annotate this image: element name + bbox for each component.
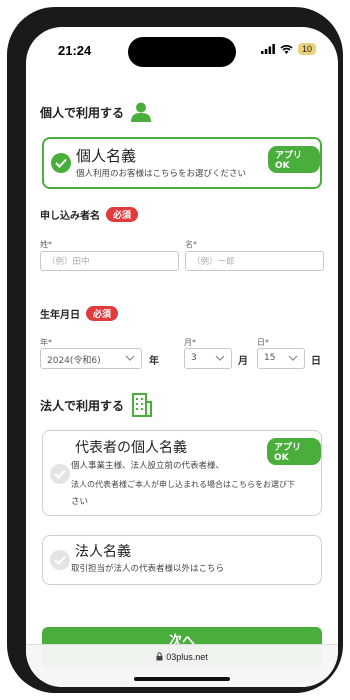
representative-card-desc-line1: 個人事業主様、法人設立前の代表者様、 <box>71 461 225 471</box>
birthdate-label: 生年月日 <box>40 310 80 321</box>
day-value: 15 <box>264 353 276 363</box>
first-name-label: 名* <box>185 240 197 249</box>
year-select[interactable]: 2024(令和6) <box>40 348 142 369</box>
phone-frame: 21:24 10 個人で利用する 個人名義 アプリOK 個人利用のお客様はこちら… <box>7 7 343 693</box>
required-badge: 必須 <box>106 207 139 222</box>
representative-card-desc-line2: 法人の代表者様ご本人が申し込まれる場合はこちらをお選び下 <box>71 480 295 489</box>
home-indicator <box>134 677 230 681</box>
last-name-input[interactable]: （例）田中 <box>40 251 179 271</box>
dynamic-island <box>128 37 236 67</box>
browser-url-bar[interactable]: 03plus.net <box>26 644 338 687</box>
month-value: 3 <box>191 353 197 363</box>
representative-card-desc-line3: さい <box>71 497 89 507</box>
applicant-name-heading: 申し込み者名 必須 <box>40 207 139 222</box>
chevron-down-icon <box>215 355 225 361</box>
status-bar: 21:24 10 <box>26 27 338 67</box>
app-ok-badge: アプリOK <box>268 146 320 173</box>
day-label: 日* <box>257 338 269 347</box>
battery-indicator: 10 <box>297 43 316 55</box>
month-unit: 月 <box>238 356 248 367</box>
representative-name-card[interactable]: 代表者の個人名義 アプリOK 個人事業主様、法人設立前の代表者様、 法人の代表者… <box>42 430 322 516</box>
day-select[interactable]: 15 <box>257 348 305 369</box>
chevron-down-icon <box>288 355 298 361</box>
personal-name-card[interactable]: 個人名義 アプリOK 個人利用のお客様はこちらをお選びください <box>42 137 322 189</box>
chevron-down-icon <box>125 355 135 361</box>
corporate-name-card[interactable]: 法人名義 取引担当が法人の代表者様以外はこちら <box>42 535 322 585</box>
personal-card-title: 個人名義 <box>76 147 137 165</box>
selected-check-icon <box>51 153 71 173</box>
app-ok-badge: アプリOK <box>267 438 321 465</box>
last-name-label: 姓* <box>40 240 52 249</box>
corporate-card-desc: 取引担当が法人の代表者様以外はこちら <box>71 564 225 574</box>
required-badge: 必須 <box>86 306 119 321</box>
signal-icon <box>260 44 275 54</box>
month-select[interactable]: 3 <box>184 348 232 369</box>
birthdate-heading: 生年月日 必須 <box>40 306 119 321</box>
personal-card-desc: 個人利用のお客様はこちらをお選びください <box>76 169 247 179</box>
day-unit: 日 <box>311 356 321 367</box>
year-unit: 年 <box>149 356 159 367</box>
first-name-input[interactable]: （例）一郎 <box>185 251 324 271</box>
unselected-check-icon <box>50 550 70 570</box>
building-icon <box>132 393 153 417</box>
applicant-name-label: 申し込み者名 <box>40 211 100 222</box>
corporate-card-title: 法人名義 <box>75 544 131 560</box>
unselected-check-icon <box>50 464 70 484</box>
year-label: 年* <box>40 338 52 347</box>
person-icon <box>131 102 152 122</box>
corporate-section-title: 法人で利用する <box>40 393 153 417</box>
year-value: 2024(令和6) <box>47 356 101 366</box>
wifi-icon <box>280 45 293 54</box>
url-display: 03plus.net <box>26 652 338 662</box>
url-text: 03plus.net <box>166 652 208 662</box>
status-time: 21:24 <box>58 43 92 58</box>
personal-section-label: 個人で利用する <box>40 105 125 120</box>
screen: 21:24 10 個人で利用する 個人名義 アプリOK 個人利用のお客様はこちら… <box>26 27 338 687</box>
corporate-section-label: 法人で利用する <box>40 398 125 413</box>
lock-icon <box>156 652 163 661</box>
representative-card-title: 代表者の個人名義 <box>75 440 187 456</box>
status-icons: 10 <box>260 43 316 55</box>
month-label: 月* <box>184 338 196 347</box>
personal-section-title: 個人で利用する <box>40 101 152 123</box>
